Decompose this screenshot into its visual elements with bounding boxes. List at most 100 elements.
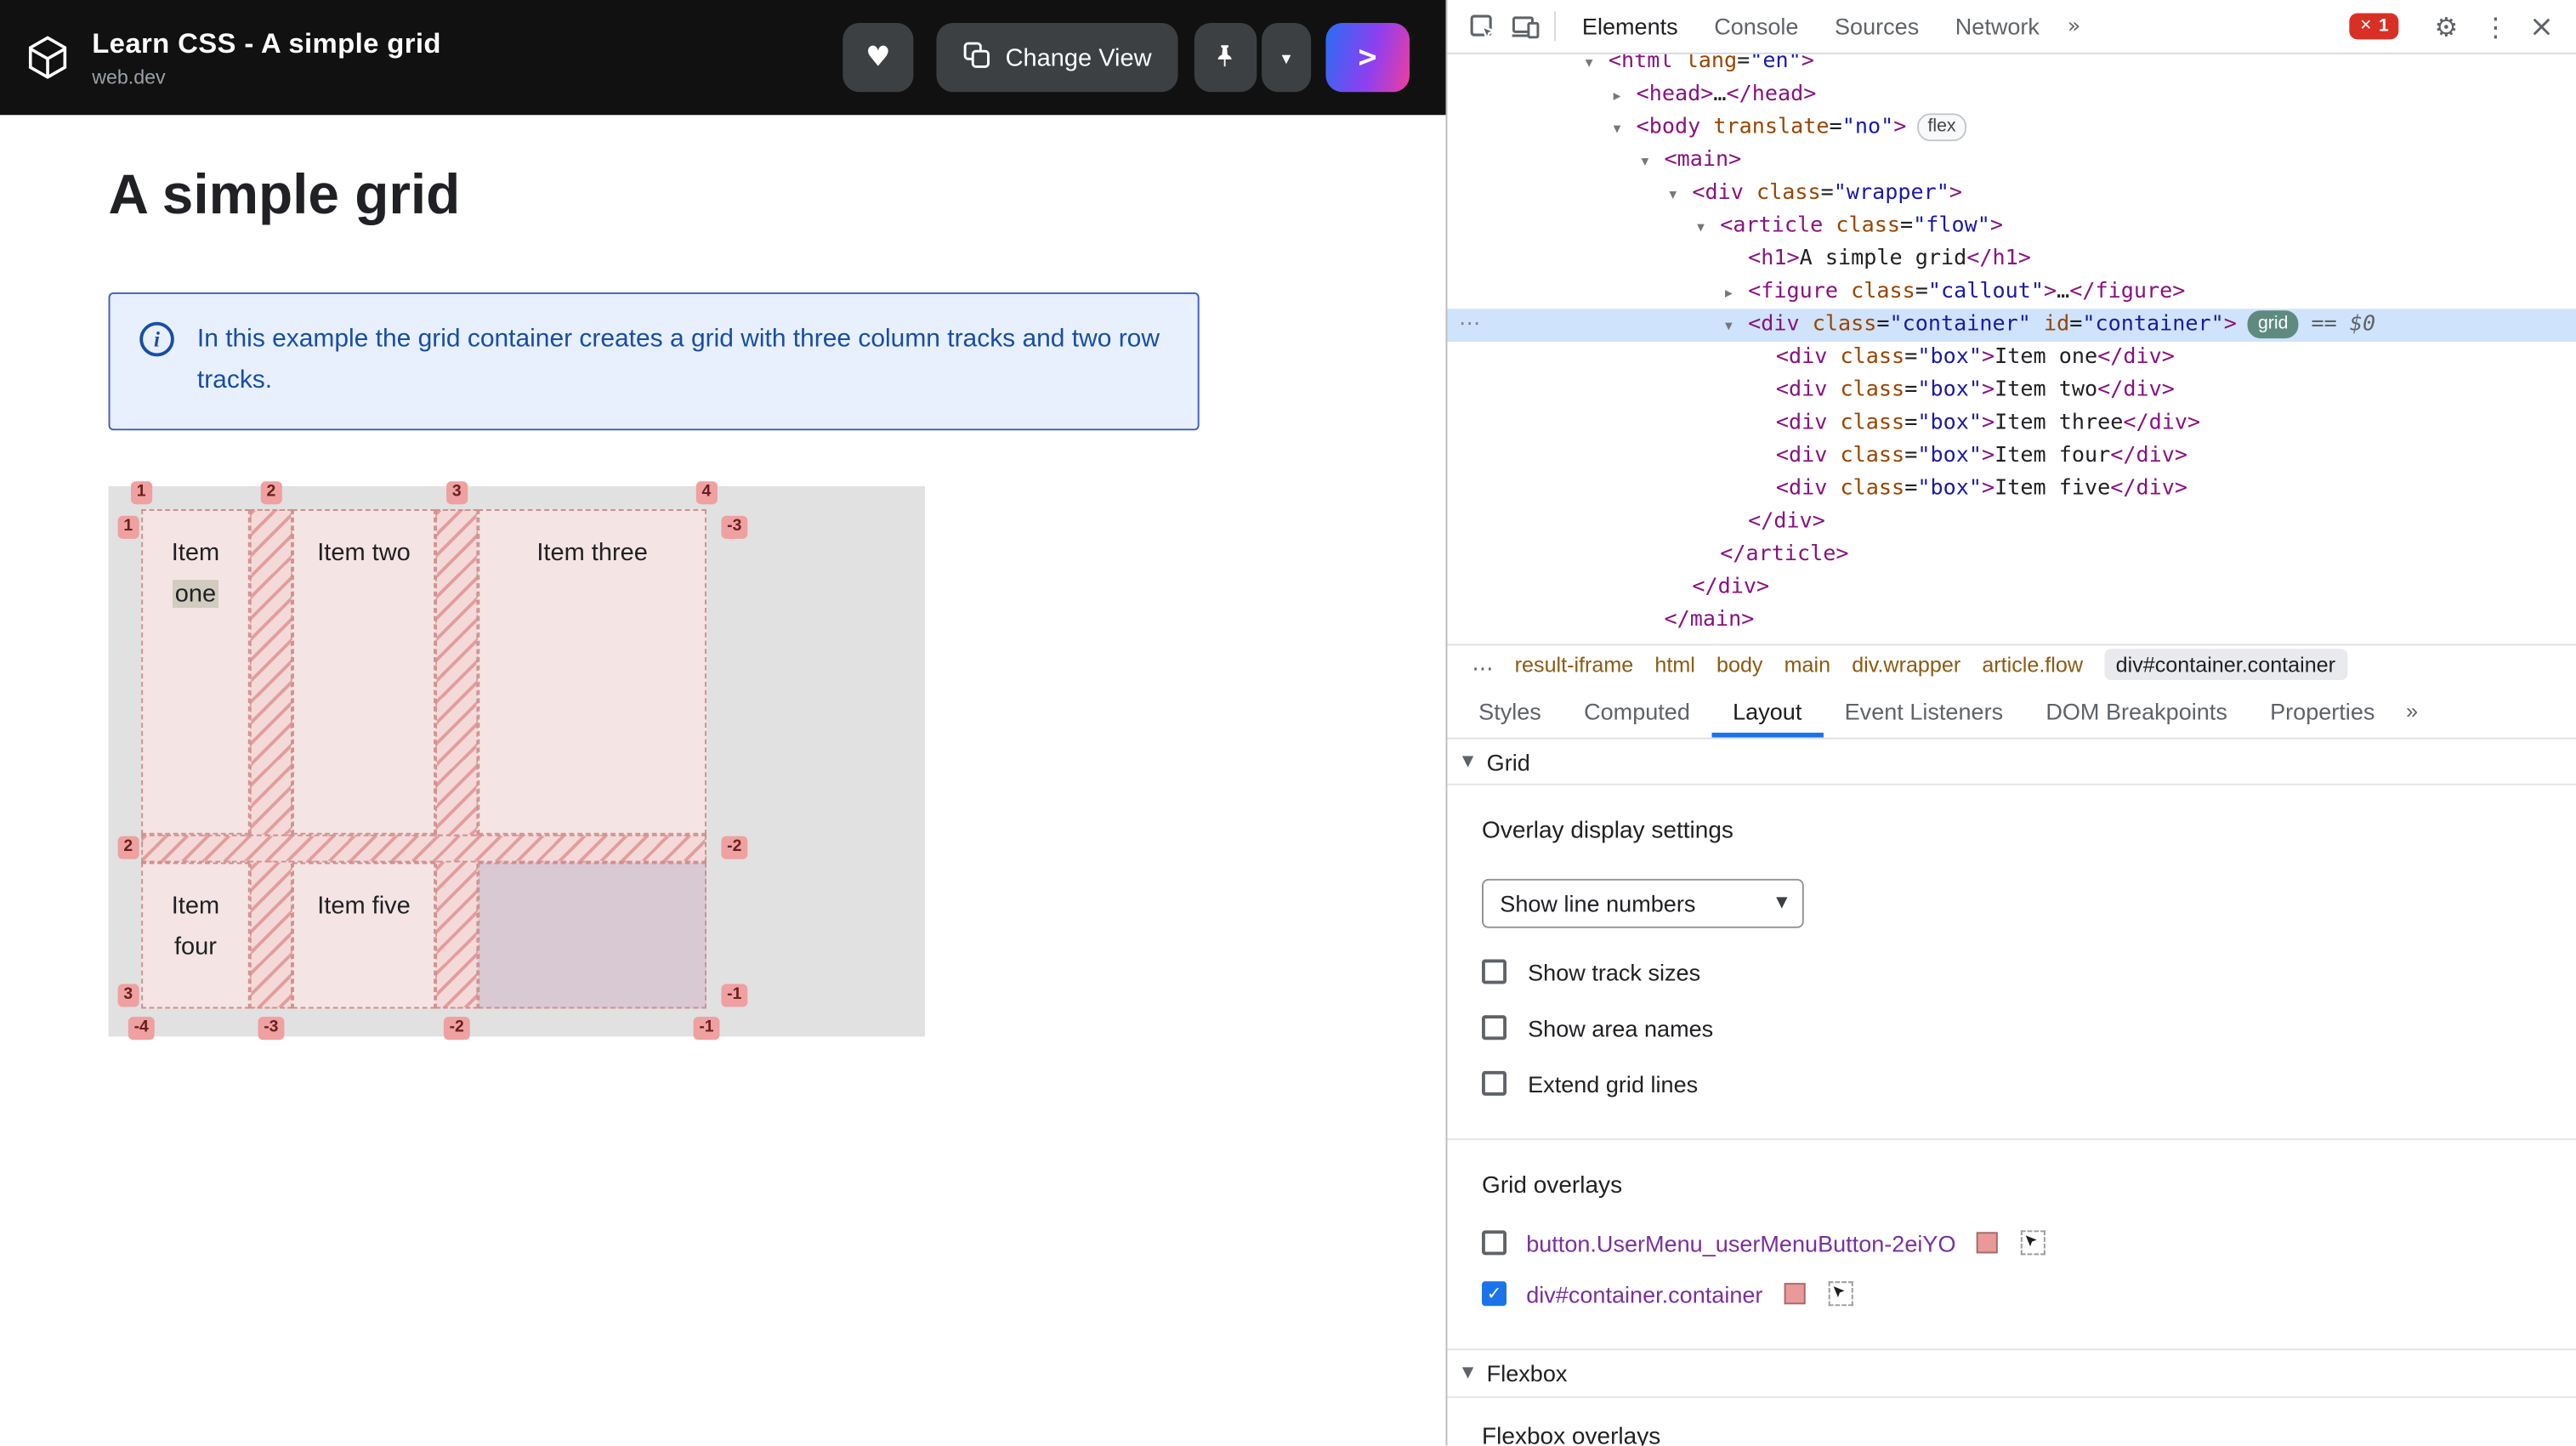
devtools-tab-network[interactable]: Network	[1937, 0, 2057, 53]
option-label: Show area names	[1528, 1014, 1714, 1041]
dropdown-value: Show line numbers	[1500, 890, 1696, 917]
overlay-settings-title: Overlay display settings	[1482, 818, 1733, 845]
devtools-tab-console[interactable]: Console	[1696, 0, 1817, 53]
tree-node[interactable]: <h1>A simple grid</h1>	[1447, 243, 2576, 276]
tree-expand-icon[interactable]: ▾	[1641, 146, 1664, 179]
tab-computed[interactable]: Computed	[1563, 683, 1711, 738]
info-icon: i	[139, 321, 174, 357]
tree-node[interactable]: ▾ <main>	[1447, 145, 2576, 178]
close-devtools-icon[interactable]: ×	[2520, 5, 2562, 48]
breadcrumb-ellipsis[interactable]: …	[1472, 652, 1493, 677]
pin-button[interactable]	[1194, 23, 1257, 93]
breadcrumb-body[interactable]: body	[1716, 652, 1762, 677]
tree-node[interactable]: ▸ <figure class="callout">…</figure>	[1447, 276, 2576, 309]
tab-layout[interactable]: Layout	[1711, 683, 1823, 738]
favorite-button[interactable]: ♥	[843, 23, 914, 93]
devtools-tab-sources[interactable]: Sources	[1817, 0, 1938, 53]
pin-icon	[1213, 42, 1238, 73]
scroll-to-element-icon[interactable]	[1828, 1281, 1853, 1307]
error-count: 1	[2378, 16, 2389, 37]
tree-node[interactable]: ▾ <div class="wrapper">	[1447, 178, 2576, 211]
grid-container: Item one Item two Item three Item four Item …	[108, 481, 925, 1041]
error-badge[interactable]: ✕ 1	[2349, 13, 2399, 40]
grid-line-number: -4	[128, 1017, 155, 1041]
line-numbers-dropdown[interactable]: Show line numbers ▼	[1482, 878, 1804, 928]
devtools-toolbar: Elements Console Sources Network » ✕ 1 ⚙ ⋮ …	[1447, 0, 2576, 54]
grid-overlay-row[interactable]: ✓ div#container.container	[1482, 1280, 2576, 1307]
checkbox-unchecked[interactable]	[1482, 959, 1507, 984]
breadcrumb-result-iframe[interactable]: result-iframe	[1515, 652, 1634, 677]
grid-badge[interactable]: grid	[2248, 310, 2299, 339]
kebab-menu-icon[interactable]: ⋮	[2474, 5, 2516, 48]
tree-node[interactable]: </main>	[1447, 604, 2576, 638]
pin-dropdown-button[interactable]: ▾	[1261, 23, 1311, 93]
checkbox-unchecked[interactable]	[1482, 1015, 1507, 1041]
panel-tabs-overflow-icon[interactable]: »	[2397, 683, 2428, 738]
change-view-icon	[962, 40, 990, 75]
tree-expand-icon[interactable]: ▾	[1614, 113, 1637, 146]
tree-node[interactable]: <div class="box">Item three</div>	[1447, 407, 2576, 440]
grid-section-header[interactable]: ▼ Grid	[1447, 740, 2576, 785]
device-toolbar-icon[interactable]	[1503, 5, 1546, 48]
tree-node[interactable]: </article>	[1447, 539, 2576, 572]
tree-expand-icon[interactable]: ▾	[1697, 212, 1720, 245]
tree-node[interactable]: <div class="box">Item one</div>	[1447, 342, 2576, 375]
callout: i In this example the grid container cre…	[108, 292, 1200, 431]
tab-dom-breakpoints[interactable]: DOM Breakpoints	[2024, 683, 2249, 738]
devtools-tab-elements[interactable]: Elements	[1564, 0, 1696, 53]
site-titles: Learn CSS - A simple grid web.dev	[92, 27, 441, 88]
overlay-display-options: Show track sizes Show area names Extend gr…	[1447, 959, 2576, 1097]
tree-node[interactable]: ▸ <head>…</head>	[1447, 79, 2576, 112]
grid-line-number: 1	[117, 515, 139, 539]
tree-expand-icon[interactable]: ▾	[1725, 310, 1748, 343]
tree-expand-icon[interactable]: ▾	[1586, 54, 1609, 81]
tab-properties[interactable]: Properties	[2249, 683, 2397, 738]
elements-tree: ▾ <html lang="en"> ▸ <head>…</head> ▾ <body t…	[1447, 54, 2576, 644]
breadcrumb-main[interactable]: main	[1784, 652, 1830, 677]
tree-expand-icon[interactable]: ▸	[1725, 278, 1748, 311]
flexbox-section-header[interactable]: ▼ Flexbox	[1447, 1348, 2576, 1398]
overlay-color-swatch[interactable]	[1977, 1232, 1999, 1254]
tab-styles[interactable]: Styles	[1457, 683, 1563, 738]
flexbox-section-label: Flexbox	[1486, 1360, 1568, 1386]
option-row-show-track-sizes[interactable]: Show track sizes	[1482, 959, 2576, 984]
breadcrumb-div-wrapper[interactable]: div.wrapper	[1852, 652, 1960, 677]
change-view-button[interactable]: Change View	[936, 23, 1178, 93]
checkbox-unchecked[interactable]	[1482, 1070, 1507, 1096]
option-row-extend-grid-lines[interactable]: Extend grid lines	[1482, 1070, 2576, 1097]
breadcrumb-html[interactable]: html	[1654, 652, 1694, 677]
more-tabs-icon[interactable]: »	[2057, 14, 2091, 38]
tree-expand-icon[interactable]: ▾	[1669, 179, 1692, 213]
checkbox-checked[interactable]: ✓	[1482, 1281, 1507, 1307]
tree-expand-icon[interactable]: ▸	[1614, 81, 1637, 114]
open-app-button[interactable]: >	[1325, 23, 1410, 93]
tree-node[interactable]: <div class="box">Item four</div>	[1447, 440, 2576, 473]
breadcrumb-div-container-container[interactable]: div#container.container	[2104, 649, 2347, 681]
tree-node[interactable]: <div class="box">Item two</div>	[1447, 375, 2576, 408]
grid-line-number: 1	[131, 481, 152, 505]
grid-item-label: Item two	[317, 538, 411, 567]
tree-node[interactable]: ▾ <body translate="no"> flex	[1447, 111, 2576, 145]
overlay-color-swatch[interactable]	[1784, 1283, 1806, 1305]
webdev-logo-icon[interactable]	[23, 33, 72, 82]
option-row-show-area-names[interactable]: Show area names	[1482, 1014, 2576, 1041]
flex-badge[interactable]: flex	[1917, 113, 1966, 142]
grid-overlay-row[interactable]: button.UserMenu_userMenuButton-2eiYO	[1482, 1229, 2576, 1256]
section-collapse-icon: ▼	[1461, 1364, 1474, 1382]
tree-node[interactable]: </div>	[1447, 571, 2576, 604]
tab-event-listeners[interactable]: Event Listeners	[1824, 683, 2025, 738]
settings-gear-icon[interactable]: ⚙	[2425, 5, 2467, 48]
node-actions-icon[interactable]: ⋯	[1459, 309, 1480, 342]
error-x-icon: ✕	[2359, 18, 2373, 35]
tree-node[interactable]: ▾ <html lang="en">	[1447, 54, 2576, 79]
scroll-to-element-icon[interactable]	[2021, 1230, 2046, 1256]
tree-node[interactable]: ▾ <article class="flow">	[1447, 210, 2576, 243]
checkbox-unchecked[interactable]	[1482, 1230, 1507, 1256]
breadcrumb-article-flow[interactable]: article.flow	[1982, 652, 2083, 677]
inspect-element-icon[interactable]	[1461, 5, 1503, 48]
tree-node[interactable]: <div class="box">Item five</div>	[1447, 473, 2576, 507]
tree-node[interactable]: </div>	[1447, 506, 2576, 539]
grid-line-number: 2	[117, 836, 139, 859]
grid-item: Item two	[292, 509, 436, 835]
tree-node-selected[interactable]: ▾ <div class="container" id="container"> g…	[1447, 309, 2576, 342]
